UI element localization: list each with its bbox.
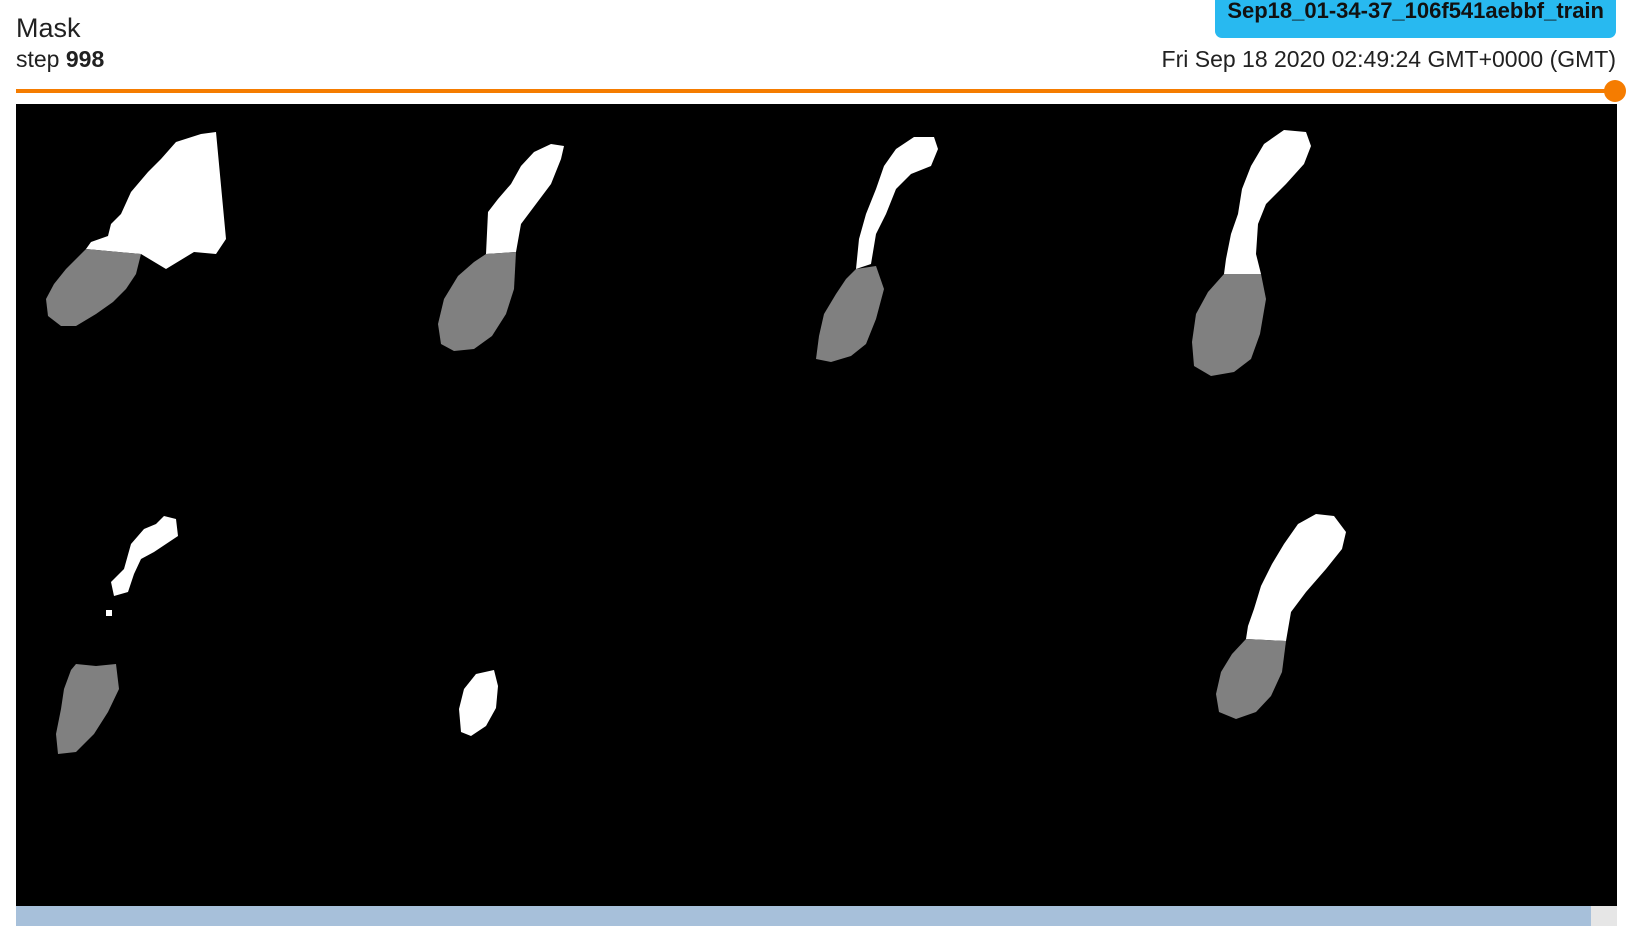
- card-title: Mask: [16, 13, 81, 43]
- step-slider-knob[interactable]: [1604, 80, 1626, 102]
- horizontal-scrollbar-thumb[interactable]: [16, 906, 1592, 926]
- timestamp: Fri Sep 18 2020 02:49:24 GMT+0000 (GMT): [1161, 46, 1616, 72]
- image-viewport: [16, 104, 1617, 906]
- step-indicator: step 998: [16, 45, 104, 73]
- run-name-text: Sep18_01-34-37_106f541aebbf_train: [1227, 0, 1604, 23]
- step-slider-track: [16, 89, 1617, 93]
- step-value: 998: [65, 46, 105, 72]
- mask-image: [16, 104, 1617, 906]
- horizontal-scrollbar[interactable]: [16, 906, 1617, 926]
- run-name-badge: Sep18_01-34-37_106f541aebbf_train: [1215, 0, 1616, 38]
- step-slider[interactable]: [16, 80, 1626, 102]
- step-label: step: [16, 46, 60, 72]
